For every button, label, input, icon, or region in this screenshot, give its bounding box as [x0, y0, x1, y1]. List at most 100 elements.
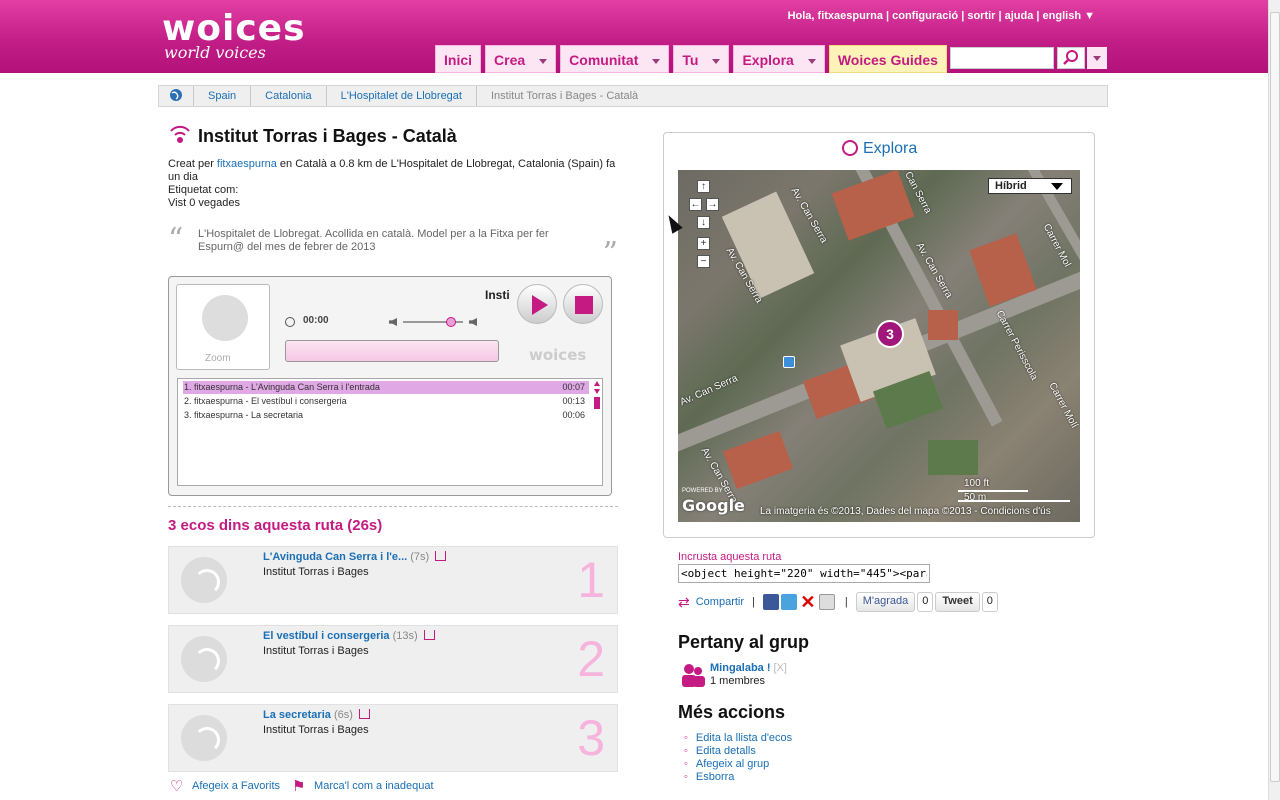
- created-line: Creat per fitxaespurna en Català a 0.8 k…: [168, 158, 618, 184]
- echo-link[interactable]: El vestíbul i consergeria: [263, 630, 390, 642]
- playlist-item-label: 1. fitxaespurna - L'Avinguda Can Serra i…: [184, 382, 380, 392]
- author-link[interactable]: fitxaespurna: [217, 158, 277, 170]
- echo-title: L'Avinguda Can Serra i l'e... (7s): [263, 551, 447, 563]
- twitter-icon[interactable]: [780, 594, 797, 610]
- nav-crea-label: Crea: [494, 52, 526, 68]
- zoom-out-button[interactable]: −: [697, 255, 710, 268]
- playlist-item[interactable]: 2. fitxaespurna - El vestíbul i conserge…: [183, 395, 589, 408]
- nav-explora[interactable]: Explora: [733, 45, 825, 73]
- group-link[interactable]: Mingalaba !: [710, 662, 771, 674]
- volume-slider[interactable]: [389, 317, 483, 327]
- woices-logo[interactable]: woices world voices: [162, 11, 306, 61]
- remove-from-group-button[interactable]: [X]: [774, 662, 787, 674]
- map-marker[interactable]: 3: [876, 320, 904, 348]
- play-button[interactable]: [517, 284, 557, 324]
- group-heading: Pertany al grup: [678, 632, 810, 652]
- stop-button[interactable]: [563, 284, 603, 324]
- download-icon[interactable]: [435, 551, 447, 561]
- scrollbar-thumb[interactable]: [1270, 12, 1280, 782]
- volume-high-icon: [469, 318, 477, 326]
- bus-stop-icon[interactable]: [783, 356, 795, 368]
- zoom-label[interactable]: Zoom: [205, 353, 231, 364]
- echo-title: El vestíbul i consergeria (13s): [263, 630, 435, 642]
- echo-route: Institut Torras i Bages: [263, 566, 369, 578]
- edit-echo-list-link[interactable]: Edita la llista d'ecos: [696, 732, 792, 744]
- explora-link[interactable]: Explora: [842, 140, 917, 158]
- search-options-button[interactable]: [1087, 47, 1107, 69]
- search-button[interactable]: [1057, 47, 1085, 69]
- playlist-item[interactable]: 3. fitxaespurna - La secretaria 00:06: [183, 409, 589, 422]
- route-signal-icon: [170, 125, 190, 143]
- cover-image[interactable]: Zoom: [176, 284, 270, 370]
- share-bar: ⇄ Compartir | ✕ | M'agrada 0 Tweet 0: [678, 592, 1000, 612]
- breadcrumb-catalonia[interactable]: Catalonia: [251, 86, 327, 106]
- nav-crea[interactable]: Crea: [485, 45, 557, 73]
- breadcrumb-spain[interactable]: Spain: [194, 86, 252, 106]
- nav-comunitat[interactable]: Comunitat: [560, 45, 670, 73]
- nav-tu[interactable]: Tu: [673, 45, 730, 73]
- tweet-label: Tweet: [942, 595, 973, 607]
- echo-title: La secretaria (6s): [263, 709, 370, 721]
- pan-right-button[interactable]: →: [706, 198, 719, 211]
- pan-down-button[interactable]: ↓: [697, 216, 710, 229]
- map-type-select[interactable]: Híbrid: [988, 178, 1072, 194]
- edit-details-link[interactable]: Edita detalls: [696, 745, 756, 757]
- site-header: woices world voices Hola, fitxaespurna |…: [0, 0, 1268, 76]
- facebook-like-button[interactable]: M'agrada: [855, 592, 916, 612]
- pan-left-button[interactable]: ←: [689, 198, 702, 211]
- player-title: Institut Torras i Bages - Català: [485, 288, 509, 302]
- nav-woices-guides[interactable]: Woices Guides: [828, 45, 947, 73]
- map-park: [928, 440, 978, 475]
- nav-explora-label: Explora: [742, 52, 794, 68]
- playlist-item-duration: 00:07: [562, 382, 585, 392]
- delete-link[interactable]: Esborra: [696, 771, 735, 783]
- x-close-icon[interactable]: ✕: [799, 593, 817, 611]
- flag-inappropriate-link[interactable]: ⚑ Marca'l com a inadequat: [292, 779, 434, 794]
- tweet-button[interactable]: Tweet: [935, 592, 980, 612]
- audio-player: Zoom Institut Torras i Bages - Català 00…: [168, 276, 612, 496]
- zoom-in-button[interactable]: +: [697, 237, 710, 250]
- share-link[interactable]: Compartir: [696, 596, 744, 608]
- echoes-title: 3 ecos dins aquesta ruta (26s): [168, 517, 383, 534]
- satellite-map[interactable]: Av. Can Serra Av. Can Serra Av. Can Serr…: [678, 170, 1080, 522]
- nav-inici[interactable]: Inici: [435, 45, 482, 73]
- echo-link[interactable]: La secretaria: [263, 709, 331, 721]
- divider: [168, 506, 618, 507]
- progress-bar[interactable]: [285, 340, 499, 362]
- download-icon[interactable]: [423, 630, 435, 640]
- volume-low-icon: [389, 318, 397, 326]
- playlist-item[interactable]: 1. fitxaespurna - L'Avinguda Can Serra i…: [183, 381, 589, 394]
- echo-thumbnail[interactable]: [181, 636, 227, 682]
- embed-label: Incrusta aquesta ruta: [678, 551, 782, 563]
- speech-bubble-icon: [202, 295, 248, 341]
- scroll-up-icon[interactable]: [594, 381, 600, 386]
- scroll-down-icon[interactable]: [594, 389, 600, 394]
- embed-code-field[interactable]: [678, 564, 930, 583]
- facebook-icon[interactable]: [762, 594, 779, 610]
- breadcrumb-current: Institut Torras i Bages - Català: [490, 90, 639, 102]
- breadcrumb-city[interactable]: L'Hospitalet de Llobregat: [327, 86, 477, 106]
- search-input[interactable]: [950, 47, 1054, 69]
- playlist: 1. fitxaespurna - L'Avinguda Can Serra i…: [177, 378, 603, 486]
- map-copyright[interactable]: La imatgeria és ©2013, Dades del mapa ©2…: [760, 506, 1051, 517]
- user-links[interactable]: Hola, fitxaespurna | configuració | sort…: [788, 10, 1095, 22]
- add-favorites-link[interactable]: ♡ Afegeix a Favorits: [170, 779, 281, 794]
- views-line: Vist 0 vegades: [168, 197, 240, 209]
- breadcrumb-home[interactable]: [159, 86, 194, 106]
- scrollbar-thumb[interactable]: [594, 397, 600, 409]
- map-building: [831, 170, 915, 241]
- page-scrollbar[interactable]: [1268, 0, 1280, 800]
- google-logo[interactable]: Google: [682, 496, 745, 515]
- add-to-group-link[interactable]: Afegeix al grup: [696, 758, 769, 770]
- download-icon[interactable]: [358, 709, 370, 719]
- pan-up-button[interactable]: ↑: [697, 180, 710, 193]
- echo-link[interactable]: L'Avinguda Can Serra i l'e...: [263, 551, 407, 563]
- volume-knob[interactable]: [446, 317, 456, 327]
- email-icon[interactable]: [818, 594, 835, 610]
- playlist-scrollbar[interactable]: [593, 380, 601, 484]
- echo-thumbnail[interactable]: [181, 715, 227, 761]
- add-favorites-label: Afegeix a Favorits: [192, 780, 281, 792]
- echo-thumbnail[interactable]: [181, 557, 227, 603]
- route-description: “ L'Hospitalet de Llobregat. Acollida en…: [168, 225, 620, 269]
- globe-icon: [170, 89, 182, 101]
